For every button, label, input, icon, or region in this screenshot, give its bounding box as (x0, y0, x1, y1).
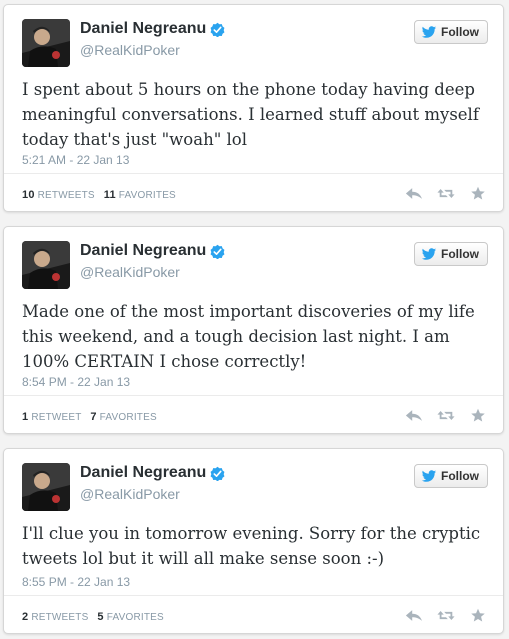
tweet-card: Daniel Negreanu @RealKidPoker Follow I s… (3, 4, 504, 212)
reply-icon[interactable] (405, 408, 423, 423)
display-name[interactable]: Daniel Negreanu (80, 20, 206, 38)
retweet-icon[interactable] (437, 186, 455, 201)
divider (4, 173, 503, 174)
retweets-count[interactable]: 1 (22, 411, 28, 423)
timestamp[interactable]: 8:55 PM - 22 Jan 13 (22, 575, 130, 589)
favorites-count[interactable]: 5 (97, 611, 103, 623)
reply-icon[interactable] (405, 186, 423, 201)
twitter-bird-icon (421, 247, 437, 260)
retweets-count[interactable]: 2 (22, 611, 28, 623)
timestamp[interactable]: 8:54 PM - 22 Jan 13 (22, 375, 130, 389)
avatar[interactable] (22, 19, 70, 67)
follow-label: Follow (441, 469, 479, 483)
tweet-text: Made one of the most important discoveri… (22, 302, 475, 371)
user-handle[interactable]: @RealKidPoker (80, 42, 180, 58)
favorites-label[interactable]: FAVORITES (100, 412, 157, 423)
timestamp[interactable]: 5:21 AM - 22 Jan 13 (22, 153, 129, 167)
favorites-label[interactable]: FAVORITES (119, 190, 176, 201)
tweet-stats: 10 RETWEETS 11 FAVORITES (22, 189, 176, 201)
retweets-count[interactable]: 10 (22, 189, 35, 201)
tweet-actions (405, 186, 487, 201)
star-icon[interactable] (469, 608, 487, 623)
verified-badge-icon (210, 244, 225, 259)
follow-button[interactable]: Follow (414, 242, 488, 266)
user-handle[interactable]: @RealKidPoker (80, 486, 180, 502)
display-name[interactable]: Daniel Negreanu (80, 464, 206, 482)
verified-badge-icon (210, 22, 225, 37)
retweet-icon[interactable] (437, 608, 455, 623)
divider (4, 395, 503, 396)
avatar[interactable] (22, 463, 70, 511)
favorites-count[interactable]: 7 (90, 411, 96, 423)
tweet-stats: 2 RETWEETS 5 FAVORITES (22, 611, 164, 623)
tweet-actions (405, 608, 487, 623)
twitter-bird-icon (421, 469, 437, 482)
reply-icon[interactable] (405, 608, 423, 623)
tweet-text: I spent about 5 hours on the phone today… (22, 80, 479, 149)
retweets-label[interactable]: RETWEETS (31, 612, 88, 623)
verified-badge-icon (210, 466, 225, 481)
follow-button[interactable]: Follow (414, 20, 488, 44)
retweets-label[interactable]: RETWEETS (38, 190, 95, 201)
tweet-stats: 1 RETWEET 7 FAVORITES (22, 411, 157, 423)
star-icon[interactable] (469, 186, 487, 201)
tweet-card: Daniel Negreanu @RealKidPoker Follow I'l… (3, 448, 504, 634)
follow-label: Follow (441, 247, 479, 261)
twitter-bird-icon (421, 25, 437, 38)
display-name[interactable]: Daniel Negreanu (80, 242, 206, 260)
retweets-label[interactable]: RETWEET (31, 412, 81, 423)
favorites-label[interactable]: FAVORITES (107, 612, 164, 623)
follow-button[interactable]: Follow (414, 464, 488, 488)
user-handle[interactable]: @RealKidPoker (80, 264, 180, 280)
tweet-actions (405, 408, 487, 423)
favorites-count[interactable]: 11 (104, 189, 116, 201)
retweet-icon[interactable] (437, 408, 455, 423)
divider (4, 595, 503, 596)
avatar[interactable] (22, 241, 70, 289)
star-icon[interactable] (469, 408, 487, 423)
tweet-card: Daniel Negreanu @RealKidPoker Follow Mad… (3, 226, 504, 434)
follow-label: Follow (441, 25, 479, 39)
tweet-text: I'll clue you in tomorrow evening. Sorry… (22, 524, 481, 568)
